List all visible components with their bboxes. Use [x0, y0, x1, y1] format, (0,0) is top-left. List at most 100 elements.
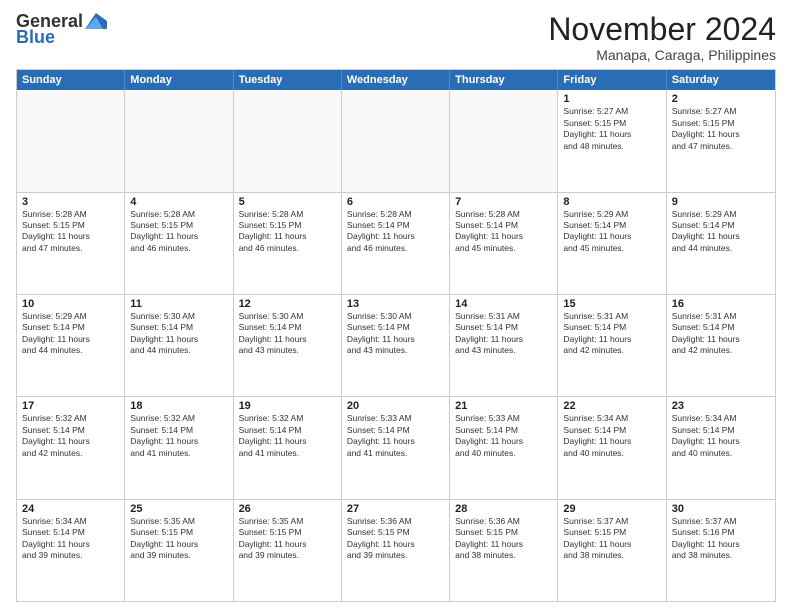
day-number: 23	[672, 400, 770, 412]
day-number: 27	[347, 503, 444, 515]
day-number: 3	[22, 196, 119, 208]
day-number: 5	[239, 196, 336, 208]
header-thursday: Thursday	[450, 70, 558, 90]
calendar-cell: 6Sunrise: 5:28 AMSunset: 5:14 PMDaylight…	[342, 193, 450, 294]
day-number: 30	[672, 503, 770, 515]
calendar-week-2: 3Sunrise: 5:28 AMSunset: 5:15 PMDaylight…	[17, 193, 775, 295]
day-info: Sunrise: 5:29 AMSunset: 5:14 PMDaylight:…	[563, 209, 660, 255]
day-number: 20	[347, 400, 444, 412]
day-info: Sunrise: 5:32 AMSunset: 5:14 PMDaylight:…	[22, 413, 119, 459]
day-number: 1	[563, 93, 660, 105]
day-number: 2	[672, 93, 770, 105]
day-info: Sunrise: 5:34 AMSunset: 5:14 PMDaylight:…	[563, 413, 660, 459]
day-info: Sunrise: 5:31 AMSunset: 5:14 PMDaylight:…	[455, 311, 552, 357]
calendar-cell: 8Sunrise: 5:29 AMSunset: 5:14 PMDaylight…	[558, 193, 666, 294]
calendar-cell: 5Sunrise: 5:28 AMSunset: 5:15 PMDaylight…	[234, 193, 342, 294]
day-info: Sunrise: 5:28 AMSunset: 5:15 PMDaylight:…	[130, 209, 227, 255]
day-info: Sunrise: 5:30 AMSunset: 5:14 PMDaylight:…	[239, 311, 336, 357]
calendar-cell: 26Sunrise: 5:35 AMSunset: 5:15 PMDayligh…	[234, 500, 342, 601]
calendar-cell: 27Sunrise: 5:36 AMSunset: 5:15 PMDayligh…	[342, 500, 450, 601]
calendar-cell: 24Sunrise: 5:34 AMSunset: 5:14 PMDayligh…	[17, 500, 125, 601]
day-info: Sunrise: 5:37 AMSunset: 5:15 PMDaylight:…	[563, 516, 660, 562]
header-tuesday: Tuesday	[234, 70, 342, 90]
day-number: 8	[563, 196, 660, 208]
calendar-cell: 30Sunrise: 5:37 AMSunset: 5:16 PMDayligh…	[667, 500, 775, 601]
header-sunday: Sunday	[17, 70, 125, 90]
calendar-cell: 19Sunrise: 5:32 AMSunset: 5:14 PMDayligh…	[234, 397, 342, 498]
day-number: 21	[455, 400, 552, 412]
day-info: Sunrise: 5:33 AMSunset: 5:14 PMDaylight:…	[455, 413, 552, 459]
day-info: Sunrise: 5:28 AMSunset: 5:15 PMDaylight:…	[22, 209, 119, 255]
header: General Blue November 2024 Manapa, Carag…	[16, 12, 776, 63]
day-info: Sunrise: 5:34 AMSunset: 5:14 PMDaylight:…	[672, 413, 770, 459]
day-info: Sunrise: 5:31 AMSunset: 5:14 PMDaylight:…	[563, 311, 660, 357]
calendar-cell	[234, 90, 342, 191]
day-number: 9	[672, 196, 770, 208]
day-info: Sunrise: 5:35 AMSunset: 5:15 PMDaylight:…	[130, 516, 227, 562]
day-info: Sunrise: 5:28 AMSunset: 5:15 PMDaylight:…	[239, 209, 336, 255]
calendar-week-3: 10Sunrise: 5:29 AMSunset: 5:14 PMDayligh…	[17, 295, 775, 397]
day-info: Sunrise: 5:34 AMSunset: 5:14 PMDaylight:…	[22, 516, 119, 562]
day-info: Sunrise: 5:35 AMSunset: 5:15 PMDaylight:…	[239, 516, 336, 562]
calendar-cell: 23Sunrise: 5:34 AMSunset: 5:14 PMDayligh…	[667, 397, 775, 498]
calendar-week-1: 1Sunrise: 5:27 AMSunset: 5:15 PMDaylight…	[17, 90, 775, 192]
calendar-cell: 15Sunrise: 5:31 AMSunset: 5:14 PMDayligh…	[558, 295, 666, 396]
calendar-cell	[125, 90, 233, 191]
day-info: Sunrise: 5:29 AMSunset: 5:14 PMDaylight:…	[672, 209, 770, 255]
calendar-cell	[17, 90, 125, 191]
calendar-cell: 14Sunrise: 5:31 AMSunset: 5:14 PMDayligh…	[450, 295, 558, 396]
day-number: 17	[22, 400, 119, 412]
day-number: 6	[347, 196, 444, 208]
calendar-cell: 20Sunrise: 5:33 AMSunset: 5:14 PMDayligh…	[342, 397, 450, 498]
day-info: Sunrise: 5:27 AMSunset: 5:15 PMDaylight:…	[563, 106, 660, 152]
day-info: Sunrise: 5:30 AMSunset: 5:14 PMDaylight:…	[130, 311, 227, 357]
day-info: Sunrise: 5:28 AMSunset: 5:14 PMDaylight:…	[347, 209, 444, 255]
calendar-cell: 18Sunrise: 5:32 AMSunset: 5:14 PMDayligh…	[125, 397, 233, 498]
logo-blue-text: Blue	[16, 28, 55, 46]
calendar-cell: 29Sunrise: 5:37 AMSunset: 5:15 PMDayligh…	[558, 500, 666, 601]
day-number: 14	[455, 298, 552, 310]
calendar-cell: 2Sunrise: 5:27 AMSunset: 5:15 PMDaylight…	[667, 90, 775, 191]
calendar: Sunday Monday Tuesday Wednesday Thursday…	[16, 69, 776, 602]
day-info: Sunrise: 5:28 AMSunset: 5:14 PMDaylight:…	[455, 209, 552, 255]
calendar-cell: 21Sunrise: 5:33 AMSunset: 5:14 PMDayligh…	[450, 397, 558, 498]
day-info: Sunrise: 5:32 AMSunset: 5:14 PMDaylight:…	[130, 413, 227, 459]
day-number: 12	[239, 298, 336, 310]
logo: General Blue	[16, 12, 107, 46]
header-saturday: Saturday	[667, 70, 775, 90]
calendar-cell	[450, 90, 558, 191]
day-number: 4	[130, 196, 227, 208]
header-wednesday: Wednesday	[342, 70, 450, 90]
header-monday: Monday	[125, 70, 233, 90]
calendar-cell: 25Sunrise: 5:35 AMSunset: 5:15 PMDayligh…	[125, 500, 233, 601]
calendar-cell: 10Sunrise: 5:29 AMSunset: 5:14 PMDayligh…	[17, 295, 125, 396]
calendar-cell: 13Sunrise: 5:30 AMSunset: 5:14 PMDayligh…	[342, 295, 450, 396]
calendar-cell: 16Sunrise: 5:31 AMSunset: 5:14 PMDayligh…	[667, 295, 775, 396]
day-info: Sunrise: 5:37 AMSunset: 5:16 PMDaylight:…	[672, 516, 770, 562]
day-number: 16	[672, 298, 770, 310]
day-info: Sunrise: 5:30 AMSunset: 5:14 PMDaylight:…	[347, 311, 444, 357]
calendar-cell: 11Sunrise: 5:30 AMSunset: 5:14 PMDayligh…	[125, 295, 233, 396]
day-info: Sunrise: 5:36 AMSunset: 5:15 PMDaylight:…	[455, 516, 552, 562]
day-number: 26	[239, 503, 336, 515]
day-number: 10	[22, 298, 119, 310]
day-info: Sunrise: 5:27 AMSunset: 5:15 PMDaylight:…	[672, 106, 770, 152]
calendar-week-5: 24Sunrise: 5:34 AMSunset: 5:14 PMDayligh…	[17, 500, 775, 601]
calendar-cell: 17Sunrise: 5:32 AMSunset: 5:14 PMDayligh…	[17, 397, 125, 498]
day-number: 18	[130, 400, 227, 412]
calendar-body: 1Sunrise: 5:27 AMSunset: 5:15 PMDaylight…	[17, 90, 775, 601]
day-number: 29	[563, 503, 660, 515]
day-info: Sunrise: 5:29 AMSunset: 5:14 PMDaylight:…	[22, 311, 119, 357]
day-number: 7	[455, 196, 552, 208]
calendar-cell: 7Sunrise: 5:28 AMSunset: 5:14 PMDaylight…	[450, 193, 558, 294]
day-number: 19	[239, 400, 336, 412]
title-block: November 2024 Manapa, Caraga, Philippine…	[548, 12, 776, 63]
day-info: Sunrise: 5:32 AMSunset: 5:14 PMDaylight:…	[239, 413, 336, 459]
logo-icon	[85, 13, 107, 29]
day-number: 25	[130, 503, 227, 515]
page-title: November 2024	[548, 12, 776, 47]
calendar-cell: 9Sunrise: 5:29 AMSunset: 5:14 PMDaylight…	[667, 193, 775, 294]
calendar-week-4: 17Sunrise: 5:32 AMSunset: 5:14 PMDayligh…	[17, 397, 775, 499]
day-number: 13	[347, 298, 444, 310]
day-number: 24	[22, 503, 119, 515]
